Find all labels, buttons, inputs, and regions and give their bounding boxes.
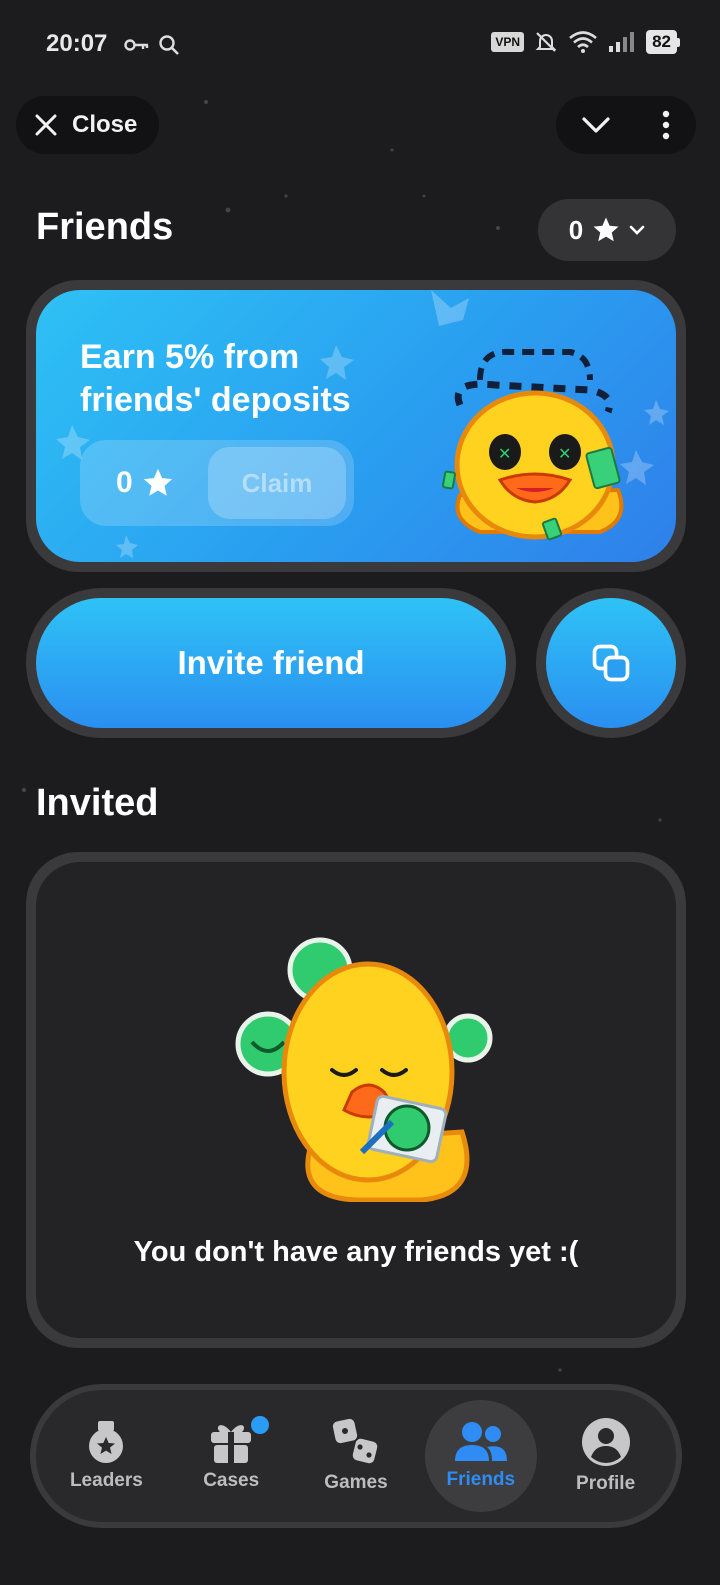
close-button[interactable]: Close bbox=[16, 96, 160, 154]
gift-icon bbox=[211, 1425, 252, 1463]
wifi-icon bbox=[569, 31, 597, 53]
notification-badge bbox=[251, 1416, 270, 1434]
empty-state-message: You don't have any friends yet :( bbox=[133, 1236, 579, 1268]
earn-title-line1: Earn 5% from bbox=[80, 338, 300, 376]
svg-text:✕: ✕ bbox=[498, 444, 511, 463]
balance-dropdown[interactable]: 0 bbox=[538, 199, 676, 261]
svg-text:✕: ✕ bbox=[558, 444, 571, 463]
nav-item-games[interactable]: Games bbox=[300, 1400, 412, 1512]
chevron-down-icon[interactable] bbox=[581, 115, 611, 135]
star-icon bbox=[593, 217, 619, 242]
nav-item-leaders[interactable]: Leaders bbox=[50, 1400, 162, 1512]
claim-button[interactable]: Claim bbox=[208, 447, 346, 519]
earn-title: Earn 5% from friends' deposits bbox=[80, 336, 351, 422]
invite-friend-button[interactable]: Invite friend bbox=[36, 598, 506, 728]
invite-button-frame: Invite friend bbox=[26, 588, 516, 738]
nav-label-cases: Cases bbox=[203, 1470, 260, 1491]
earn-value: 0 bbox=[116, 466, 208, 500]
balance-value: 0 bbox=[568, 214, 584, 245]
medal-icon bbox=[89, 1421, 124, 1463]
key-icon bbox=[124, 39, 149, 51]
nav-label-leaders: Leaders bbox=[69, 1470, 143, 1491]
status-time: 20:07 bbox=[46, 30, 108, 57]
chevron-down-icon bbox=[629, 225, 645, 235]
sad-duck-illustration bbox=[235, 937, 493, 1202]
earn-title-line2: friends' deposits bbox=[80, 381, 351, 419]
battery-level: 82 bbox=[646, 30, 677, 54]
battery-icon: 82 bbox=[646, 30, 680, 54]
mute-icon bbox=[535, 32, 557, 52]
signal-icon bbox=[609, 32, 635, 52]
dice-icon bbox=[332, 1418, 378, 1464]
copy-link-button[interactable] bbox=[546, 598, 676, 728]
close-icon bbox=[35, 114, 57, 136]
more-vertical-icon[interactable] bbox=[661, 110, 671, 140]
status-right: VPN 82 bbox=[491, 30, 680, 54]
top-menu-group bbox=[556, 96, 696, 154]
bottom-nav: Leaders Cases Games Friends Profile bbox=[30, 1384, 682, 1528]
earn-card: Earn 5% from friends' deposits 0 Claim ✕… bbox=[26, 280, 686, 572]
status-left-icons bbox=[124, 34, 180, 56]
invited-list-card: You don't have any friends yet :( bbox=[26, 852, 686, 1348]
vpn-badge: VPN bbox=[491, 32, 525, 52]
friends-icon bbox=[454, 1422, 507, 1461]
page-title: Friends bbox=[36, 206, 174, 248]
nav-label-friends: Friends bbox=[446, 1469, 516, 1490]
nav-item-profile[interactable]: Profile bbox=[550, 1400, 662, 1512]
search-icon bbox=[159, 35, 179, 55]
nav-label-games: Games bbox=[324, 1472, 388, 1493]
nav-label-profile: Profile bbox=[576, 1473, 636, 1494]
invited-heading: Invited bbox=[36, 782, 159, 824]
nav-item-cases[interactable]: Cases bbox=[175, 1400, 287, 1512]
earn-balance-row: 0 Claim bbox=[80, 440, 354, 526]
star-icon bbox=[143, 468, 172, 496]
copy-link-frame bbox=[536, 588, 686, 738]
rich-duck-illustration: ✕ ✕ bbox=[442, 348, 624, 541]
nav-item-friends[interactable]: Friends bbox=[424, 1400, 537, 1512]
close-label: Close bbox=[72, 111, 138, 138]
profile-icon bbox=[581, 1418, 630, 1466]
copy-icon bbox=[592, 644, 630, 682]
earn-amount: 0 bbox=[116, 466, 133, 499]
